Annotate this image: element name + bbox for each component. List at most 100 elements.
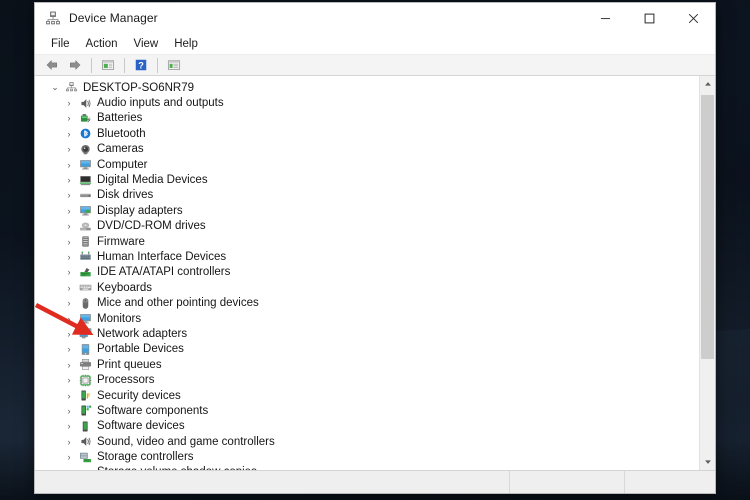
tree-row-audio-inputs-and-outputs[interactable]: › Audio inputs and outputs <box>35 95 699 110</box>
chevron-right-icon[interactable]: › <box>61 144 77 154</box>
speaker-icon <box>77 435 93 449</box>
chevron-right-icon[interactable]: › <box>61 421 77 431</box>
scrollbar-up-arrow[interactable] <box>700 76 715 92</box>
storage-volume-icon <box>77 465 93 470</box>
chevron-right-icon[interactable]: › <box>61 406 77 416</box>
display-adapter-icon <box>77 204 93 218</box>
properties-icon <box>101 60 115 70</box>
forward-button[interactable] <box>64 55 86 75</box>
tree-row-display-adapters[interactable]: › Display adapters <box>35 203 699 218</box>
properties-button[interactable] <box>97 55 119 75</box>
device-manager-icon <box>45 10 61 26</box>
chevron-right-icon[interactable]: › <box>61 467 77 470</box>
minimize-button[interactable] <box>583 3 627 33</box>
tree-row-dvd-cd-rom-drives[interactable]: › DVD/CD-ROM drives <box>35 219 699 234</box>
status-cell-tertiary <box>624 471 715 493</box>
mouse-icon <box>77 296 93 310</box>
toolbar: ? <box>35 54 715 76</box>
menu-item-file[interactable]: File <box>43 36 78 52</box>
tree-row-firmware[interactable]: › Firmware <box>35 234 699 249</box>
chevron-right-icon[interactable]: › <box>61 314 77 324</box>
chevron-right-icon[interactable]: › <box>61 221 77 231</box>
chevron-right-icon[interactable]: › <box>61 190 77 200</box>
tree-row-keyboards[interactable]: › Keyboards <box>35 280 699 295</box>
tree-row-security-devices[interactable]: › Security devices <box>35 388 699 403</box>
chevron-right-icon[interactable]: › <box>61 129 77 139</box>
tree-row-sound-video-and-game-controllers[interactable]: › Sound, video and game controllers <box>35 434 699 449</box>
tree-row-ide-ata-atapi-controllers[interactable]: › IDE ATA/ATAPI controllers <box>35 265 699 280</box>
chevron-right-icon[interactable]: › <box>61 252 77 262</box>
tree-row-human-interface-devices[interactable]: › Human Interface Devices <box>35 249 699 264</box>
tree-row-storage-volume-shadow-copies[interactable]: › Storage volume shadow copies <box>35 465 699 470</box>
chevron-right-icon[interactable]: › <box>61 267 77 277</box>
tree-row-monitors[interactable]: › Monitors <box>35 311 699 326</box>
chevron-right-icon[interactable]: › <box>61 237 77 247</box>
tree-row-print-queues[interactable]: › Print queues <box>35 357 699 372</box>
tree-row-disk-drives[interactable]: › Disk drives <box>35 188 699 203</box>
scrollbar-thumb[interactable] <box>701 95 714 360</box>
vertical-scrollbar[interactable] <box>699 76 715 470</box>
menu-item-view[interactable]: View <box>126 36 167 52</box>
tree-row-portable-devices[interactable]: › Portable Devices <box>35 342 699 357</box>
tree-row-root[interactable]: ⌄ DESKTOP-SO6NR79 <box>35 80 699 95</box>
chevron-right-icon[interactable]: › <box>61 452 77 462</box>
title-bar[interactable]: Device Manager <box>35 3 715 33</box>
chevron-right-icon[interactable]: › <box>61 437 77 447</box>
chevron-down-icon[interactable]: ⌄ <box>47 82 63 93</box>
monitor-icon <box>77 158 93 172</box>
chevron-right-icon[interactable]: › <box>61 113 77 123</box>
tree-row-storage-controllers[interactable]: › Storage controllers <box>35 449 699 464</box>
tree-content-area: ⌄ DESKTOP-SO6NR79 › Audio inputs and out… <box>35 76 715 471</box>
chevron-right-icon[interactable]: › <box>61 98 77 108</box>
chevron-right-icon[interactable]: › <box>61 344 77 354</box>
tree-row-software-components[interactable]: › Software components <box>35 403 699 418</box>
device-tree[interactable]: ⌄ DESKTOP-SO6NR79 › Audio inputs and out… <box>35 76 699 470</box>
chevron-right-icon[interactable]: › <box>61 283 77 293</box>
tree-row-label: Storage volume shadow copies <box>97 466 257 470</box>
chevron-right-icon[interactable]: › <box>61 298 77 308</box>
chevron-right-icon[interactable]: › <box>61 329 77 339</box>
window-controls <box>583 3 715 33</box>
tree-row-bluetooth[interactable]: › Bluetooth <box>35 126 699 141</box>
hid-icon <box>77 250 93 264</box>
tree-row-label: Security devices <box>97 389 181 402</box>
chevron-down-icon <box>704 460 711 464</box>
back-button[interactable] <box>41 55 63 75</box>
scrollbar-track[interactable] <box>700 92 715 454</box>
tree-row-digital-media-devices[interactable]: › Digital Media Devices <box>35 172 699 187</box>
tree-row-software-devices[interactable]: › Software devices <box>35 419 699 434</box>
status-cell-secondary <box>509 471 624 493</box>
tree-row-mice-and-other-pointing-devices[interactable]: › Mice and other pointing devices <box>35 295 699 310</box>
camera-icon <box>77 142 93 156</box>
tree-row-label: Software devices <box>97 420 185 433</box>
tree-row-processors[interactable]: › Processors <box>35 372 699 387</box>
menu-item-action[interactable]: Action <box>78 36 126 52</box>
battery-icon <box>77 111 93 125</box>
tree-row-label: Batteries <box>97 112 143 125</box>
chevron-right-icon[interactable]: › <box>61 175 77 185</box>
menu-item-help[interactable]: Help <box>166 36 206 52</box>
scrollbar-down-arrow[interactable] <box>700 454 715 470</box>
tree-row-label: Storage controllers <box>97 451 194 464</box>
maximize-button[interactable] <box>627 3 671 33</box>
tree-row-computer[interactable]: › Computer <box>35 157 699 172</box>
optical-drive-icon <box>77 219 93 233</box>
tree-row-label: IDE ATA/ATAPI controllers <box>97 266 231 279</box>
chevron-right-icon[interactable]: › <box>61 391 77 401</box>
chevron-right-icon[interactable]: › <box>61 375 77 385</box>
status-cell-primary <box>35 471 509 493</box>
tree-row-network-adapters[interactable]: › Network adapters <box>35 326 699 341</box>
tree-row-label: Firmware <box>97 235 145 248</box>
toolbar-separator-2 <box>124 57 125 73</box>
portable-device-icon <box>77 342 93 356</box>
chevron-right-icon[interactable]: › <box>61 360 77 370</box>
chevron-right-icon[interactable]: › <box>61 160 77 170</box>
tree-row-cameras[interactable]: › Cameras <box>35 142 699 157</box>
close-button[interactable] <box>671 3 715 33</box>
network-adapter-icon <box>77 327 93 341</box>
scan-hardware-button[interactable] <box>163 55 185 75</box>
tree-row-label: Computer <box>97 158 148 171</box>
tree-row-batteries[interactable]: › Batteries <box>35 111 699 126</box>
help-button[interactable]: ? <box>130 55 152 75</box>
chevron-right-icon[interactable]: › <box>61 206 77 216</box>
